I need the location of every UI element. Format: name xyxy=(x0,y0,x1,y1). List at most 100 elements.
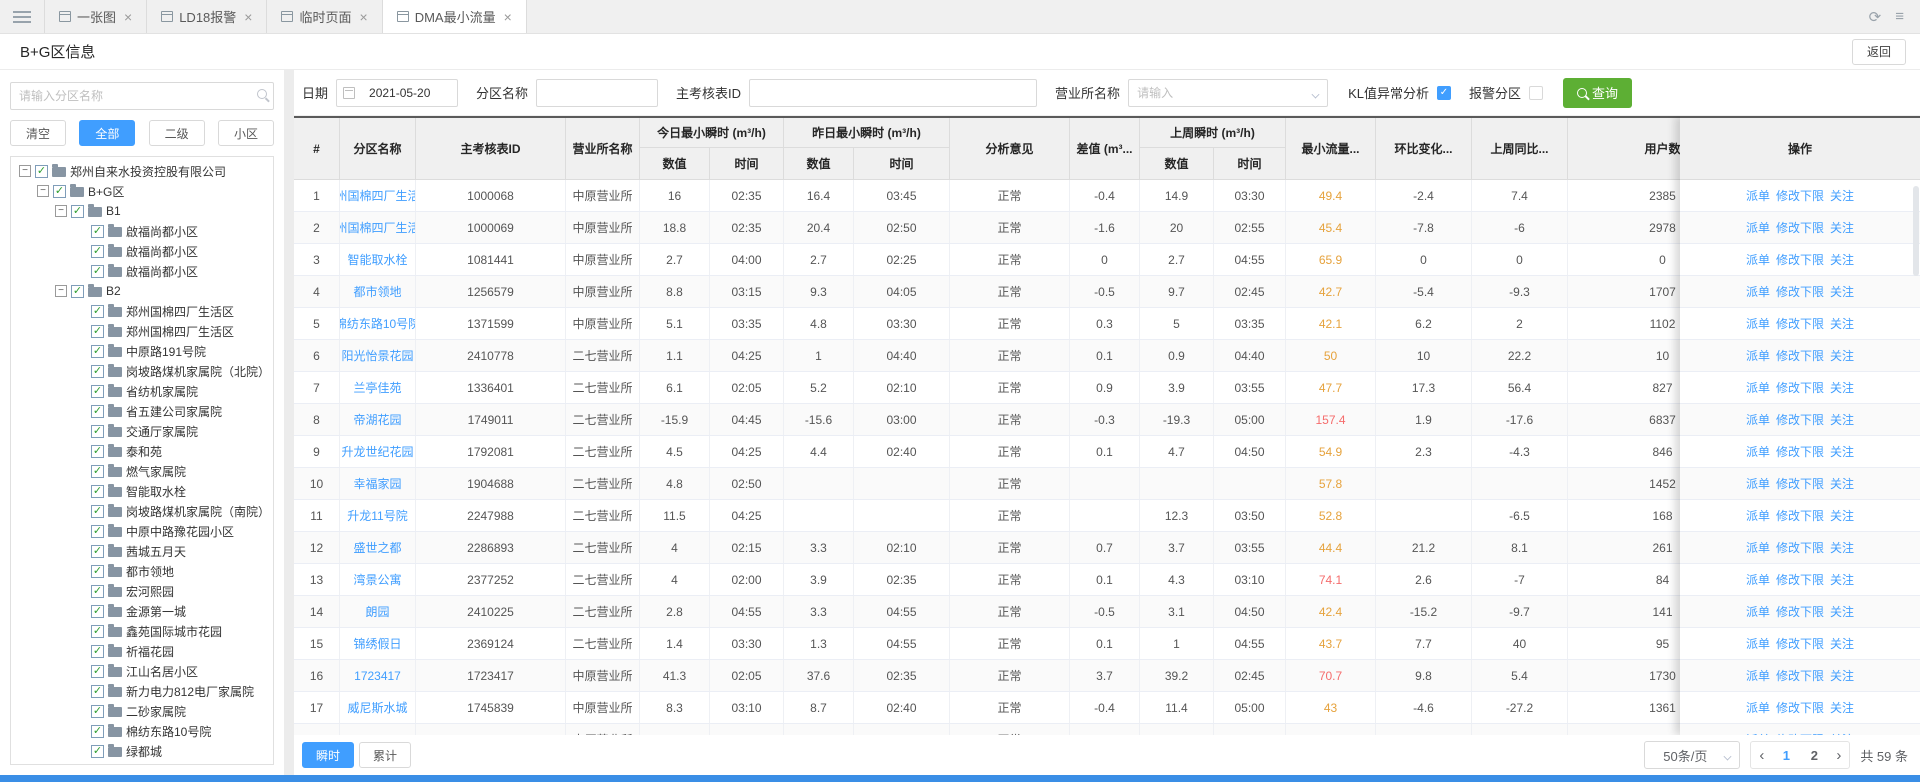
tree-checkbox[interactable]: ✓ xyxy=(91,425,104,438)
ops-link-派单[interactable]: 派单 xyxy=(1746,347,1770,364)
page-button-1[interactable]: 1 xyxy=(1772,748,1800,763)
tree-checkbox[interactable]: ✓ xyxy=(71,205,84,218)
sidebar-button-二级[interactable]: 二级 xyxy=(149,120,205,146)
tree-node[interactable]: ✓棉纺东路10号院 xyxy=(13,721,273,741)
back-button[interactable]: 返回 xyxy=(1852,39,1906,65)
ops-link-关注[interactable]: 关注 xyxy=(1830,315,1854,332)
cell-partition-name[interactable]: 1723417 xyxy=(340,660,416,691)
tree-checkbox[interactable]: ✓ xyxy=(91,445,104,458)
tree-checkbox[interactable]: ✓ xyxy=(91,625,104,638)
ops-link-修改下限[interactable]: 修改下限 xyxy=(1776,283,1824,300)
tab-close-icon[interactable]: × xyxy=(360,10,368,24)
tab-close-icon[interactable]: × xyxy=(504,10,512,24)
ops-link-关注[interactable]: 关注 xyxy=(1830,251,1854,268)
tab-close-icon[interactable]: × xyxy=(244,10,252,24)
ops-link-修改下限[interactable]: 修改下限 xyxy=(1776,347,1824,364)
ops-link-关注[interactable]: 关注 xyxy=(1830,347,1854,364)
tree-checkbox[interactable]: ✓ xyxy=(91,745,104,758)
tree-checkbox[interactable]: ✓ xyxy=(91,405,104,418)
tree-node[interactable]: ✓啟福尚都小区 xyxy=(13,221,273,241)
cell-partition-name[interactable]: 盛世之都 xyxy=(340,532,416,563)
tree-node[interactable]: ✓交通厅家属院 xyxy=(13,421,273,441)
tree-node[interactable]: ✓中原西路湖光新苑小区 xyxy=(13,761,273,765)
cell-partition-name[interactable]: 郑州国棉四厂生活区 xyxy=(340,212,416,243)
ops-link-关注[interactable]: 关注 xyxy=(1830,283,1854,300)
cell-partition-name[interactable]: 棉纺东路10号院 xyxy=(340,308,416,339)
cell-partition-name[interactable]: 威尼斯水城 xyxy=(340,692,416,723)
table-vertical-scrollbar[interactable] xyxy=(1912,182,1920,735)
tree-checkbox[interactable]: ✓ xyxy=(91,665,104,678)
sidebar-button-小区[interactable]: 小区 xyxy=(218,120,274,146)
tree-node[interactable]: ✓都市领地 xyxy=(13,561,273,581)
tree-checkbox[interactable]: ✓ xyxy=(91,505,104,518)
ops-link-关注[interactable]: 关注 xyxy=(1830,667,1854,684)
partition-search-input[interactable] xyxy=(10,82,274,110)
ops-link-派单[interactable]: 派单 xyxy=(1746,571,1770,588)
tree-checkbox[interactable]: ✓ xyxy=(91,345,104,358)
query-button[interactable]: 查询 xyxy=(1563,78,1632,108)
prev-page-button[interactable]: ‹ xyxy=(1751,747,1772,764)
ops-link-派单[interactable]: 派单 xyxy=(1746,699,1770,716)
ops-link-派单[interactable]: 派单 xyxy=(1746,603,1770,620)
tree-node[interactable]: ✓燃气家属院 xyxy=(13,461,273,481)
ops-link-修改下限[interactable]: 修改下限 xyxy=(1776,251,1824,268)
partition-name-input[interactable] xyxy=(536,79,658,107)
tab-临时页面[interactable]: 临时页面× xyxy=(267,0,382,33)
tree-node[interactable]: −✓B1 xyxy=(13,201,273,221)
ops-link-修改下限[interactable]: 修改下限 xyxy=(1776,603,1824,620)
tab-一张图[interactable]: 一张图× xyxy=(44,0,147,33)
tree-checkbox[interactable]: ✓ xyxy=(91,305,104,318)
ops-link-派单[interactable]: 派单 xyxy=(1746,411,1770,428)
tree-node[interactable]: ✓啟福尚都小区 xyxy=(13,241,273,261)
ops-link-修改下限[interactable]: 修改下限 xyxy=(1776,507,1824,524)
ops-link-派单[interactable]: 派单 xyxy=(1746,251,1770,268)
hamburger-icon[interactable] xyxy=(0,0,44,33)
tree-node[interactable]: ✓郑州国棉四厂生活区 xyxy=(13,301,273,321)
tree-checkbox[interactable]: ✓ xyxy=(91,365,104,378)
ops-link-修改下限[interactable]: 修改下限 xyxy=(1776,411,1824,428)
ops-link-修改下限[interactable]: 修改下限 xyxy=(1776,699,1824,716)
collapse-toggle-icon[interactable]: − xyxy=(55,285,67,297)
tree-node[interactable]: ✓智能取水栓 xyxy=(13,481,273,501)
alarm-partition-checkbox[interactable] xyxy=(1529,86,1543,100)
tree-node[interactable]: ✓绿都城 xyxy=(13,741,273,761)
date-input[interactable] xyxy=(345,80,449,106)
ops-link-修改下限[interactable]: 修改下限 xyxy=(1776,667,1824,684)
ops-link-关注[interactable]: 关注 xyxy=(1830,187,1854,204)
ops-link-修改下限[interactable]: 修改下限 xyxy=(1776,219,1824,236)
ops-link-派单[interactable]: 派单 xyxy=(1746,731,1770,735)
tree-node[interactable]: ✓江山名居小区 xyxy=(13,661,273,681)
ops-link-关注[interactable]: 关注 xyxy=(1830,507,1854,524)
ops-link-关注[interactable]: 关注 xyxy=(1830,731,1854,735)
sidebar-button-全部[interactable]: 全部 xyxy=(79,120,135,146)
ops-link-修改下限[interactable]: 修改下限 xyxy=(1776,539,1824,556)
tree-node[interactable]: ✓岗坡路煤机家属院（北院） xyxy=(13,361,273,381)
cell-partition-name[interactable]: 朗园 xyxy=(340,596,416,627)
ops-link-关注[interactable]: 关注 xyxy=(1830,411,1854,428)
kl-analysis-checkbox[interactable]: ✓ xyxy=(1437,86,1451,100)
tree-checkbox[interactable]: ✓ xyxy=(91,605,104,618)
tree-node[interactable]: ✓宏河熙园 xyxy=(13,581,273,601)
cell-partition-name[interactable]: 智能取水栓 xyxy=(340,244,416,275)
ops-link-修改下限[interactable]: 修改下限 xyxy=(1776,571,1824,588)
horizontal-scrollbar[interactable] xyxy=(0,775,1920,782)
cell-partition-name[interactable] xyxy=(340,724,416,735)
tree-checkbox[interactable]: ✓ xyxy=(91,725,104,738)
ops-link-修改下限[interactable]: 修改下限 xyxy=(1776,379,1824,396)
ops-link-修改下限[interactable]: 修改下限 xyxy=(1776,475,1824,492)
tree-node[interactable]: ✓中原中路豫花园小区 xyxy=(13,521,273,541)
tree-checkbox[interactable]: ✓ xyxy=(91,585,104,598)
tree-checkbox[interactable]: ✓ xyxy=(91,545,104,558)
ops-link-关注[interactable]: 关注 xyxy=(1830,443,1854,460)
mode-button-累计[interactable]: 累计 xyxy=(359,742,411,768)
tab-LD18报警[interactable]: LD18报警× xyxy=(147,0,267,33)
tree-node[interactable]: −✓B2 xyxy=(13,281,273,301)
ops-link-关注[interactable]: 关注 xyxy=(1830,219,1854,236)
ops-link-派单[interactable]: 派单 xyxy=(1746,507,1770,524)
tree-checkbox[interactable]: ✓ xyxy=(91,765,104,766)
ops-link-派单[interactable]: 派单 xyxy=(1746,187,1770,204)
tree-checkbox[interactable]: ✓ xyxy=(91,645,104,658)
tree-checkbox[interactable]: ✓ xyxy=(91,485,104,498)
ops-link-关注[interactable]: 关注 xyxy=(1830,571,1854,588)
tree-checkbox[interactable]: ✓ xyxy=(91,705,104,718)
